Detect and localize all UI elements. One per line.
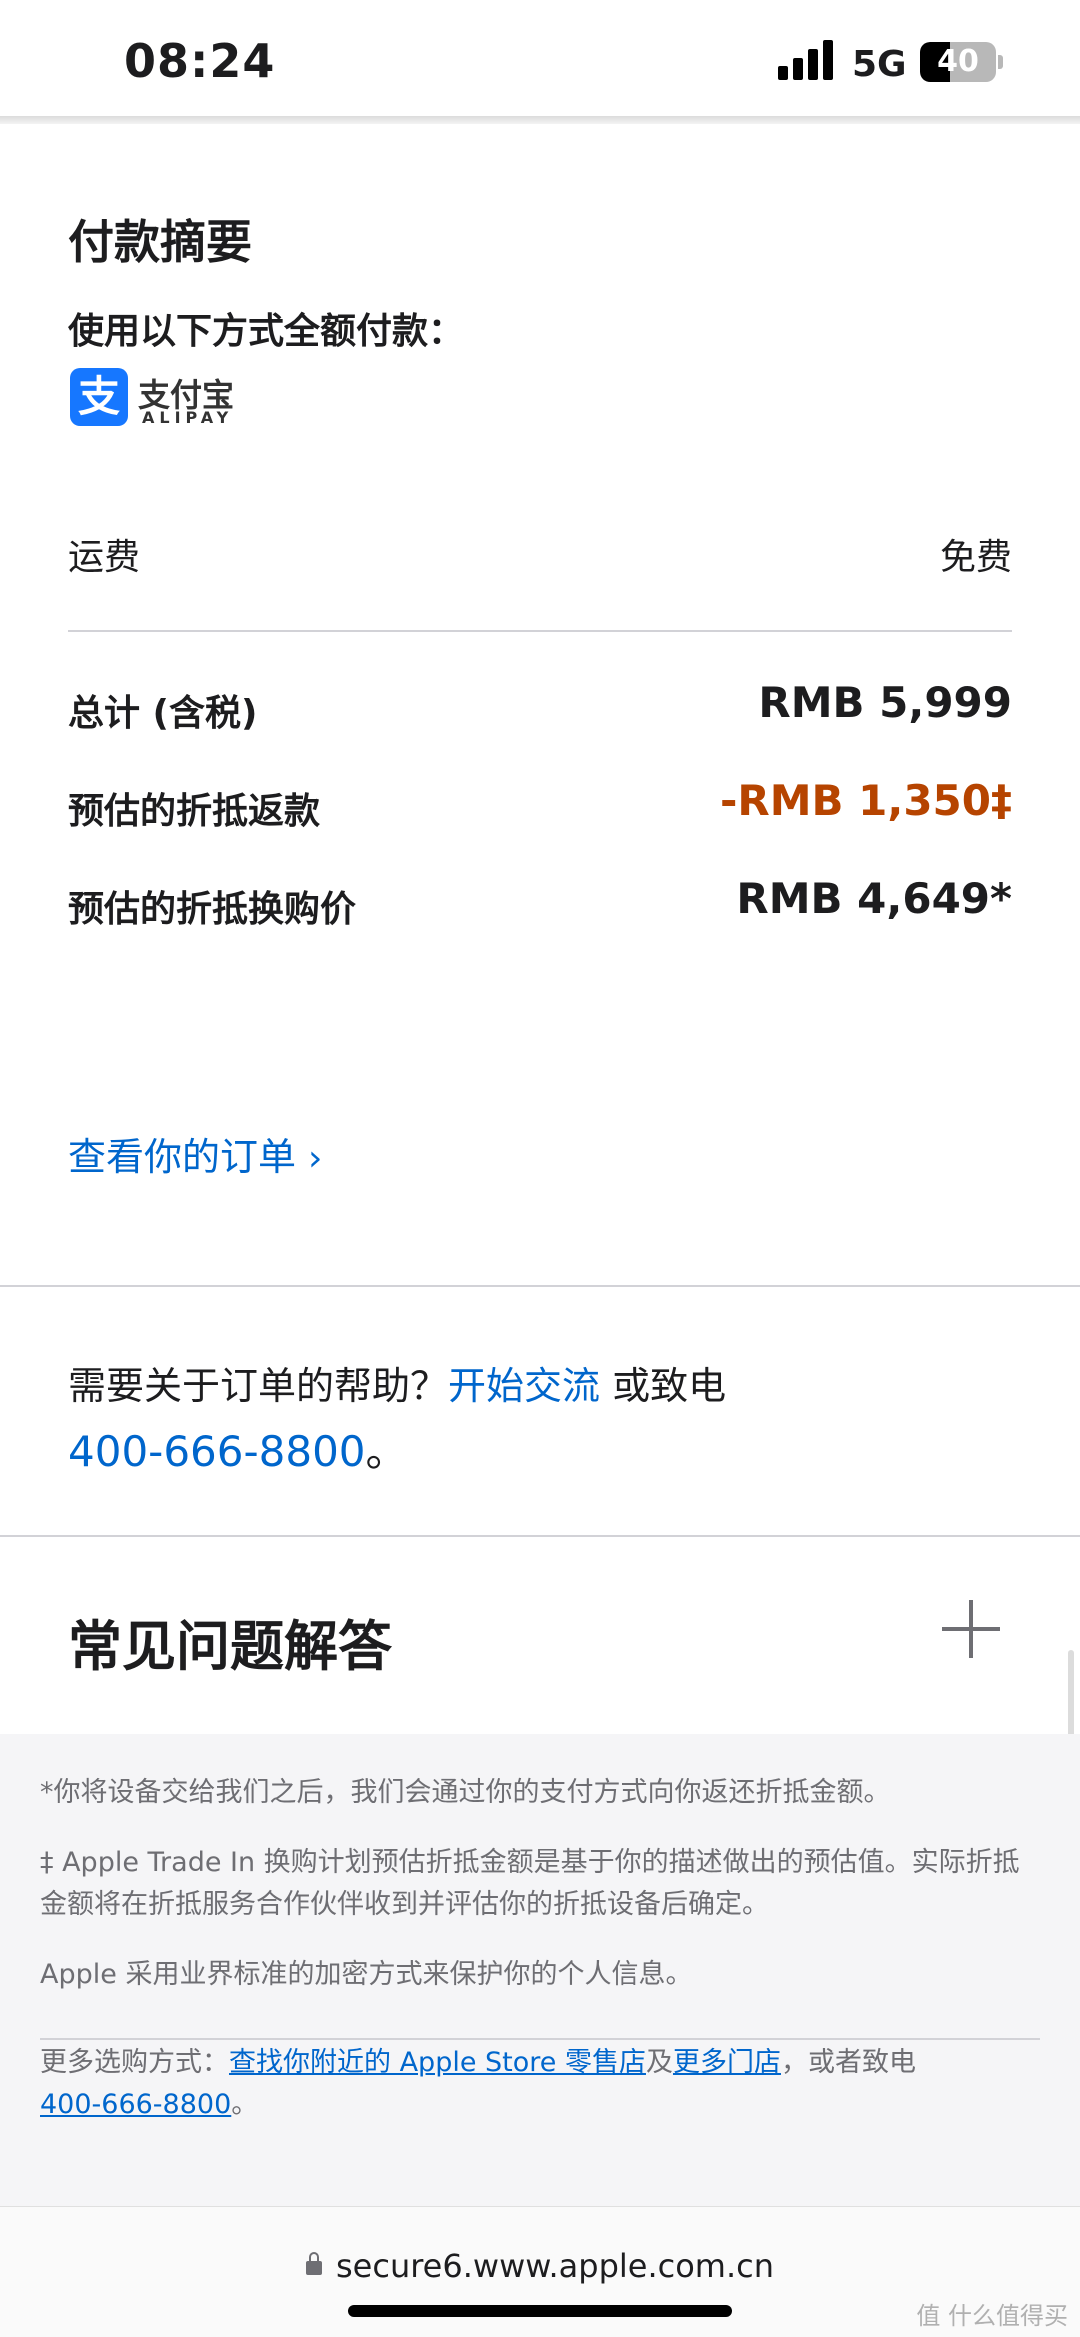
view-order-link[interactable]: 查看你的订单 › [68, 1126, 322, 1181]
url-display[interactable]: secure6.www.apple.com.cn [0, 2247, 1080, 2285]
section-divider-faq [0, 1535, 1080, 1537]
footer-phone-link[interactable]: 400-666-8800 [40, 2089, 231, 2120]
network-type: 5G [852, 44, 907, 85]
status-time: 08:24 [124, 34, 276, 88]
url-text: secure6.www.apple.com.cn [335, 2247, 775, 2285]
view-order-label: 查看你的订单 [68, 1135, 297, 1179]
help-text: 需要关于订单的帮助？开始交流 或致电 [68, 1355, 726, 1410]
alipay-logo: 支 支付宝 ALIPAY [70, 368, 260, 427]
legal-footer: *你将设备交给我们之后，我们会通过你的支付方式向你返还折抵金额。 ‡ Apple… [0, 1734, 1080, 2206]
lock-icon [305, 2252, 322, 2275]
header-shadow [0, 116, 1080, 124]
alipay-name-en: ALIPAY [142, 408, 234, 427]
help-suffix: 。 [365, 1427, 408, 1476]
tradein-row: 预估的折抵换购价 RMB 4,649* [68, 874, 1012, 940]
more-stores-link[interactable]: 更多门店 [673, 2047, 781, 2078]
tradein-label: 预估的折抵换购价 [68, 889, 357, 930]
summary-divider [68, 630, 1012, 632]
alipay-icon: 支 [70, 368, 128, 426]
expand-plus-icon[interactable] [942, 1600, 1000, 1658]
help-middle: 或致电 [600, 1364, 727, 1408]
footnote-tradein: ‡ Apple Trade In 换购计划预估折抵金额是基于你的描述做出的预估值… [40, 1847, 1020, 1920]
shipping-value: 免费 [939, 537, 1012, 578]
section-divider-help [0, 1285, 1080, 1287]
shipping-label: 运费 [68, 537, 141, 578]
payment-method-desc: 使用以下方式全额付款： [68, 311, 465, 352]
home-indicator[interactable] [348, 2305, 732, 2317]
watermark: 值 什么值得买 [916, 2302, 1068, 2330]
more-ways-to-shop: 更多选购方式：查找你附近的 Apple Store 零售店及更多门店，或者致电 4… [40, 2042, 1040, 2126]
shipping-row: 运费 免费 [68, 528, 1012, 588]
find-store-link[interactable]: 查找你附近的 Apple Store 零售店 [229, 2047, 646, 2078]
footnote-encryption: Apple 采用业界标准的加密方式来保护你的个人信息。 [40, 1959, 693, 1990]
start-chat-link[interactable]: 开始交流 [448, 1364, 600, 1408]
footnote-refund: *你将设备交给我们之后，我们会通过你的支付方式向你返还折抵金额。 [40, 1777, 891, 1808]
more-prefix: 更多选购方式： [40, 2047, 229, 2078]
chevron-right-icon: › [308, 1138, 323, 1179]
footer-divider [40, 2038, 1040, 2040]
tradein-value: RMB 4,649* [736, 874, 1012, 923]
battery-icon: 40 [920, 42, 996, 82]
rebate-label: 预估的折抵返款 [68, 791, 321, 832]
battery-cap [998, 55, 1003, 69]
more-and: 及 [645, 2047, 673, 2078]
rebate-row: 预估的折抵返款 -RMB 1,350‡ [68, 776, 1012, 842]
status-bar: 08:24 5G 40 [0, 0, 1080, 118]
cellular-signal-icon [778, 40, 836, 80]
total-label: 总计 (含税) [68, 693, 258, 734]
total-value: RMB 5,999 [758, 678, 1012, 727]
total-row: 总计 (含税) RMB 5,999 [68, 678, 1012, 744]
help-phone-line: 400-666-8800。 [68, 1418, 408, 1479]
more-or-call: ，或者致电 [780, 2047, 916, 2078]
help-prefix: 需要关于订单的帮助？ [68, 1364, 449, 1408]
rebate-value: -RMB 1,350‡ [719, 776, 1012, 825]
battery-percent: 40 [937, 44, 979, 79]
payment-summary-title: 付款摘要 [68, 215, 252, 269]
faq-title[interactable]: 常见问题解答 [68, 1602, 392, 1681]
more-end: 。 [231, 2089, 259, 2120]
help-phone-link[interactable]: 400-666-8800 [68, 1427, 366, 1476]
